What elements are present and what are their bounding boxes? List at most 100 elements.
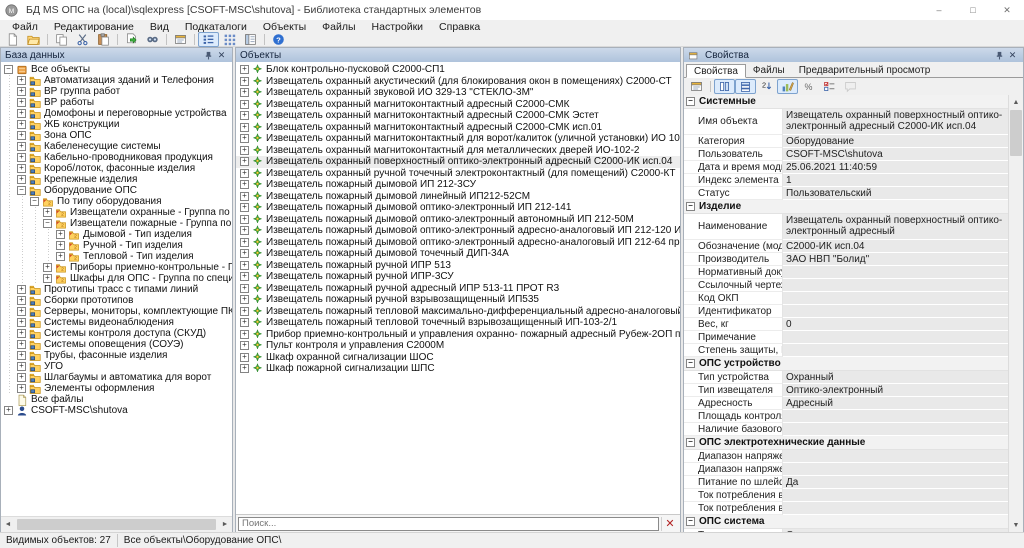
tree-view-icon[interactable] xyxy=(198,32,219,47)
properties-window-icon[interactable] xyxy=(686,79,707,94)
expand-toggle-icon[interactable]: + xyxy=(240,226,249,235)
percent-icon[interactable]: % xyxy=(798,79,819,94)
property-row[interactable]: Тип извещателяОптико-электронный xyxy=(684,384,1009,397)
expand-toggle-icon[interactable]: + xyxy=(240,307,249,316)
property-row[interactable]: Имя объектаИзвещатель охранный поверхнос… xyxy=(684,109,1009,135)
property-value[interactable] xyxy=(783,463,1009,476)
object-list-item[interactable]: +Извещатель охранный магнитоконтактный а… xyxy=(236,122,680,134)
tab-preview[interactable]: Предварительный просмотр xyxy=(792,63,938,77)
property-value[interactable] xyxy=(783,502,1009,515)
expand-toggle-icon[interactable]: + xyxy=(17,307,26,316)
object-list-item[interactable]: +Прибор приемно-контрольный и управления… xyxy=(236,329,680,341)
property-value[interactable] xyxy=(783,450,1009,463)
property-row[interactable]: АдресностьАдресный xyxy=(684,397,1009,410)
expand-toggle-icon[interactable]: + xyxy=(17,384,26,393)
close-panel-icon[interactable]: ✕ xyxy=(1006,49,1019,61)
tree-item[interactable]: +ВР группа работ xyxy=(1,86,232,97)
property-value[interactable]: Пользовательский xyxy=(783,187,1009,200)
split-view-icon[interactable] xyxy=(714,79,735,94)
tree-item[interactable]: −2Извещатели пожарные - Группа по специф… xyxy=(1,218,232,229)
expand-toggle-icon[interactable]: − xyxy=(4,65,13,74)
expand-toggle-icon[interactable]: + xyxy=(240,261,249,270)
new-icon[interactable] xyxy=(2,32,23,47)
help-icon[interactable]: ? xyxy=(268,32,289,47)
object-list-item[interactable]: +Шкаф пожарной сигнализации ШПС xyxy=(236,363,680,375)
expand-toggle-icon[interactable]: + xyxy=(240,157,249,166)
property-row[interactable]: ПроизводительЗАО НВП "Болид" xyxy=(684,253,1009,266)
scroll-right-icon[interactable]: ► xyxy=(218,518,232,532)
property-category[interactable]: −ОПС электротехнические данные xyxy=(684,436,1009,450)
pin-icon[interactable] xyxy=(202,49,215,61)
expand-toggle-icon[interactable]: + xyxy=(240,341,249,350)
property-row[interactable]: Код ОКП xyxy=(684,292,1009,305)
expand-toggle-icon[interactable]: + xyxy=(240,77,249,86)
expand-toggle-icon[interactable]: + xyxy=(17,120,26,129)
object-list-item[interactable]: +Извещатель охранный магнитоконтактный д… xyxy=(236,145,680,157)
expand-toggle-icon[interactable]: + xyxy=(56,241,65,250)
expand-toggle-icon[interactable]: + xyxy=(240,215,249,224)
property-value[interactable]: ЗАО НВП "Болид" xyxy=(783,253,1009,266)
property-value[interactable]: Оптико-электронный xyxy=(783,384,1009,397)
expand-toggle-icon[interactable]: + xyxy=(17,109,26,118)
property-value[interactable]: CSOFT-MSC\shutova xyxy=(783,148,1009,161)
expand-toggle-icon[interactable]: + xyxy=(240,249,249,258)
scroll-up-icon[interactable]: ▲ xyxy=(1009,95,1023,109)
expand-toggle-icon[interactable]: + xyxy=(240,364,249,373)
property-row[interactable]: КатегорияОборудование xyxy=(684,135,1009,148)
property-row[interactable]: Диапазон напряжен... xyxy=(684,450,1009,463)
object-list-item[interactable]: +Извещатель пожарный тепловой максимальн… xyxy=(236,306,680,318)
comment-icon[interactable] xyxy=(840,79,861,94)
copy-icon[interactable] xyxy=(51,32,72,47)
pin-icon[interactable] xyxy=(993,49,1006,61)
property-row[interactable]: Питание по шлейфуДа xyxy=(684,476,1009,489)
object-list-item[interactable]: +Извещатель пожарный дымовой оптико-элек… xyxy=(236,214,680,226)
paste-icon[interactable] xyxy=(93,32,114,47)
property-row[interactable]: Дата и время модиф...25.06.2021 11:40:59 xyxy=(684,161,1009,174)
property-row[interactable]: Нормативный докуме... xyxy=(684,266,1009,279)
scroll-down-icon[interactable]: ▼ xyxy=(1009,518,1023,532)
expand-toggle-icon[interactable]: + xyxy=(43,208,52,217)
properties-vertical-scrollbar[interactable]: ▲ ▼ xyxy=(1008,95,1023,532)
expand-toggle-icon[interactable]: + xyxy=(240,146,249,155)
details-view-icon[interactable] xyxy=(240,32,261,47)
expand-toggle-icon[interactable]: + xyxy=(240,238,249,247)
tree-horizontal-scrollbar[interactable]: ◄ ► xyxy=(1,516,232,532)
property-row[interactable]: Площадь контроля, м2 xyxy=(684,410,1009,423)
tree-item[interactable]: +Шлагбаумы и автоматика для ворот xyxy=(1,372,232,383)
tree-item[interactable]: +Домофоны и переговорные устройства xyxy=(1,108,232,119)
object-list-item[interactable]: +Извещатель пожарный ручной адресный ИПР… xyxy=(236,283,680,295)
object-list-item[interactable]: +Извещатель пожарный ручной ИПР 513 xyxy=(236,260,680,272)
cut-icon[interactable] xyxy=(72,32,93,47)
property-value[interactable]: 25.06.2021 11:40:59 xyxy=(783,161,1009,174)
expand-toggle-icon[interactable]: + xyxy=(17,164,26,173)
find-icon[interactable] xyxy=(142,32,163,47)
property-row[interactable]: Степень защиты, IP xyxy=(684,344,1009,357)
property-value[interactable]: 0 xyxy=(783,318,1009,331)
tree-item[interactable]: +Крепежные изделия xyxy=(1,174,232,185)
property-value[interactable] xyxy=(783,305,1009,318)
tree-item[interactable]: +Кабельно-проводниковая продукция xyxy=(1,152,232,163)
expand-toggle-icon[interactable]: + xyxy=(240,169,249,178)
expand-toggle-icon[interactable]: + xyxy=(17,329,26,338)
expand-toggle-icon[interactable]: + xyxy=(56,252,65,261)
object-list-item[interactable]: +Блок контрольно-пусковой С2000-СП1 xyxy=(236,64,680,76)
object-list-item[interactable]: +Извещатель пожарный ручной ИПР-3СУ xyxy=(236,271,680,283)
property-row[interactable]: НаименованиеИзвещатель охранный поверхно… xyxy=(684,214,1009,240)
expand-toggle-icon[interactable]: − xyxy=(30,197,39,206)
tree-item[interactable]: +CSOFT-MSC\shutova xyxy=(1,405,232,416)
tab-files[interactable]: Файлы xyxy=(746,63,792,77)
object-list-item[interactable]: +Извещатель охранный поверхностный оптик… xyxy=(236,156,680,168)
object-list-item[interactable]: +Извещатель пожарный ручной взрывозащище… xyxy=(236,294,680,306)
object-list-item[interactable]: +Извещатель пожарный дымовой оптико-элек… xyxy=(236,202,680,214)
expand-toggle-icon[interactable]: + xyxy=(240,353,249,362)
property-value[interactable] xyxy=(783,410,1009,423)
tree-item[interactable]: +Серверы, мониторы, комплектующие ПК xyxy=(1,306,232,317)
expand-toggle-icon[interactable]: + xyxy=(240,192,249,201)
property-row[interactable]: Тип устройстваОхранный xyxy=(684,371,1009,384)
scrollbar-thumb[interactable] xyxy=(17,519,216,530)
property-row[interactable]: Ссылочный чертеж xyxy=(684,279,1009,292)
tree-item[interactable]: +Сборки прототипов xyxy=(1,295,232,306)
object-list-item[interactable]: +Извещатель охранный магнитоконтактный д… xyxy=(236,133,680,145)
edit-values-icon[interactable] xyxy=(777,79,798,94)
expand-toggle-icon[interactable]: + xyxy=(17,318,26,327)
